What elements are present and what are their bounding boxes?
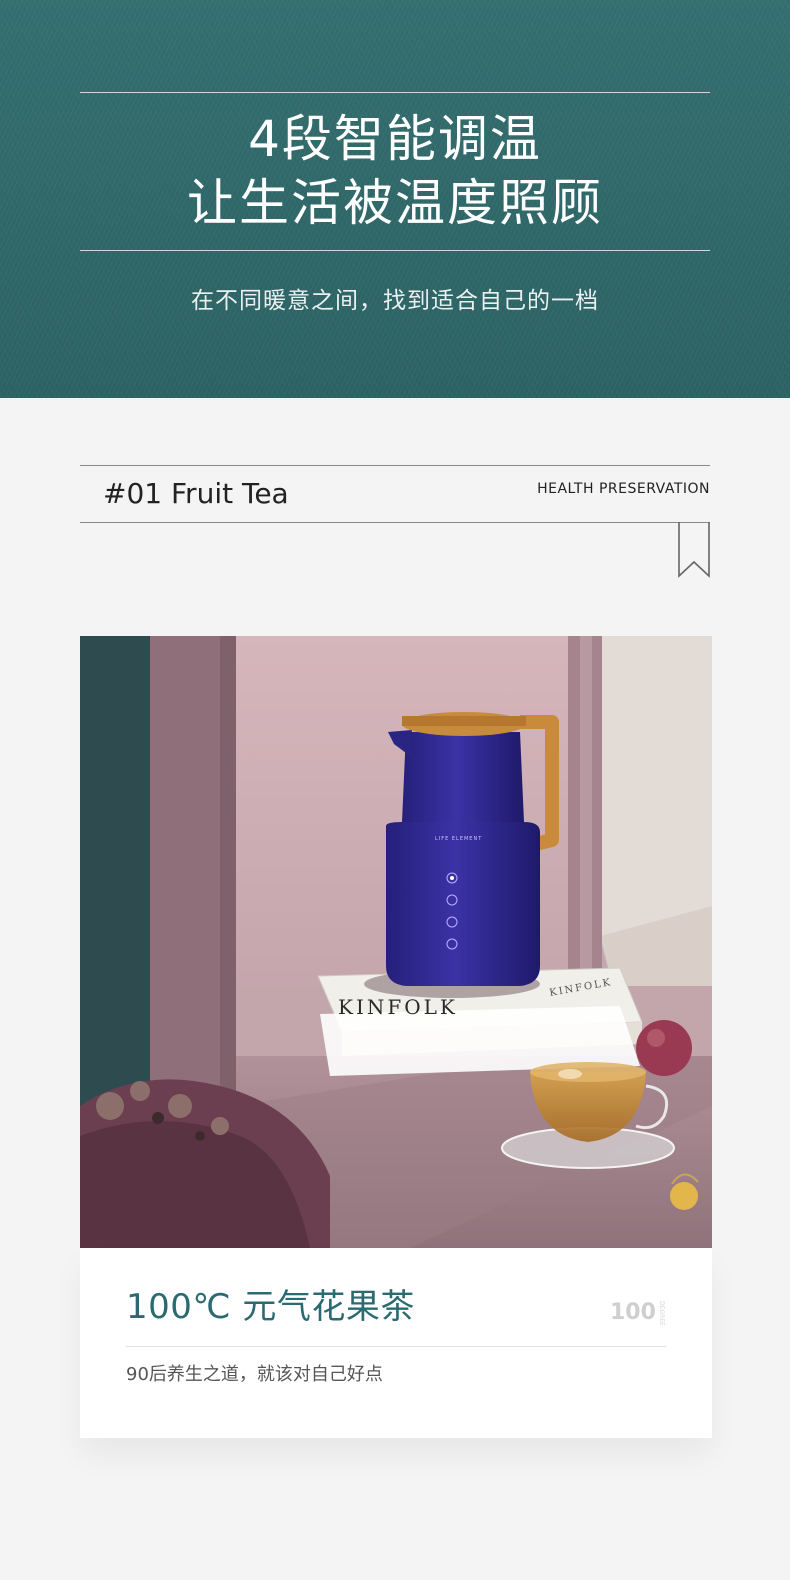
section-tag: HEALTH PRESERVATION [537, 481, 710, 497]
section-top-divider [80, 465, 710, 466]
card-number: 100 [610, 1300, 656, 1325]
bookmark-icon [678, 522, 710, 578]
hero-subtitle: 在不同暖意之间，找到适合自己的一档 [191, 288, 599, 314]
hero-title-line-2: 让生活被温度照顾 [187, 174, 603, 232]
hero-title-line-1: 4段智能调温 [248, 110, 542, 168]
hero-bottom-divider [80, 250, 710, 251]
hero-banner: 4段智能调温 让生活被温度照顾 在不同暖意之间，找到适合自己的一档 [0, 0, 790, 398]
card-subtitle: 90后养生之道，就该对自己好点 [126, 1364, 383, 1385]
book-title: KINFOLK [338, 995, 458, 1019]
info-card: 100℃ 元气花果茶 100 DEGREE 90后养生之道，就该对自己好点 [80, 1248, 712, 1438]
section-bottom-divider [80, 522, 710, 523]
card-number-label: DEGREE [658, 1301, 665, 1326]
card-title: 100℃ 元气花果茶 [126, 1287, 415, 1327]
hero-top-divider [80, 92, 710, 93]
kettle-brand: LIFE ELEMENT [435, 836, 482, 842]
product-scene: KINFOLK KINFOLK LIFE ELEMENT [80, 636, 712, 1248]
section-title: #01 Fruit Tea [103, 477, 289, 510]
product-photo: KINFOLK KINFOLK LIFE ELEMENT [80, 636, 712, 1248]
card-divider [126, 1346, 666, 1347]
